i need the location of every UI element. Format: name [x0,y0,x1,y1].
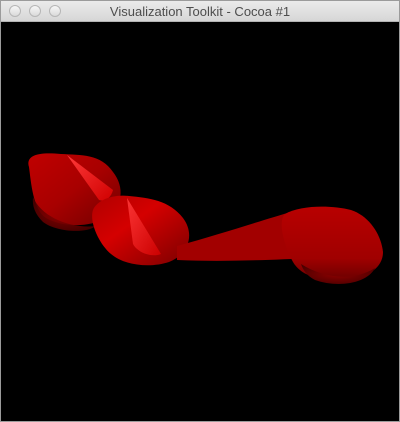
rendered-3d-scene [28,153,383,284]
window-title: Visualization Toolkit - Cocoa #1 [109,4,291,19]
ribbon-right-lobe [281,206,383,281]
app-window: Visualization Toolkit - Cocoa #1 [0,0,400,422]
render-viewport[interactable] [1,22,399,421]
title-bar[interactable]: Visualization Toolkit - Cocoa #1 [1,1,399,22]
